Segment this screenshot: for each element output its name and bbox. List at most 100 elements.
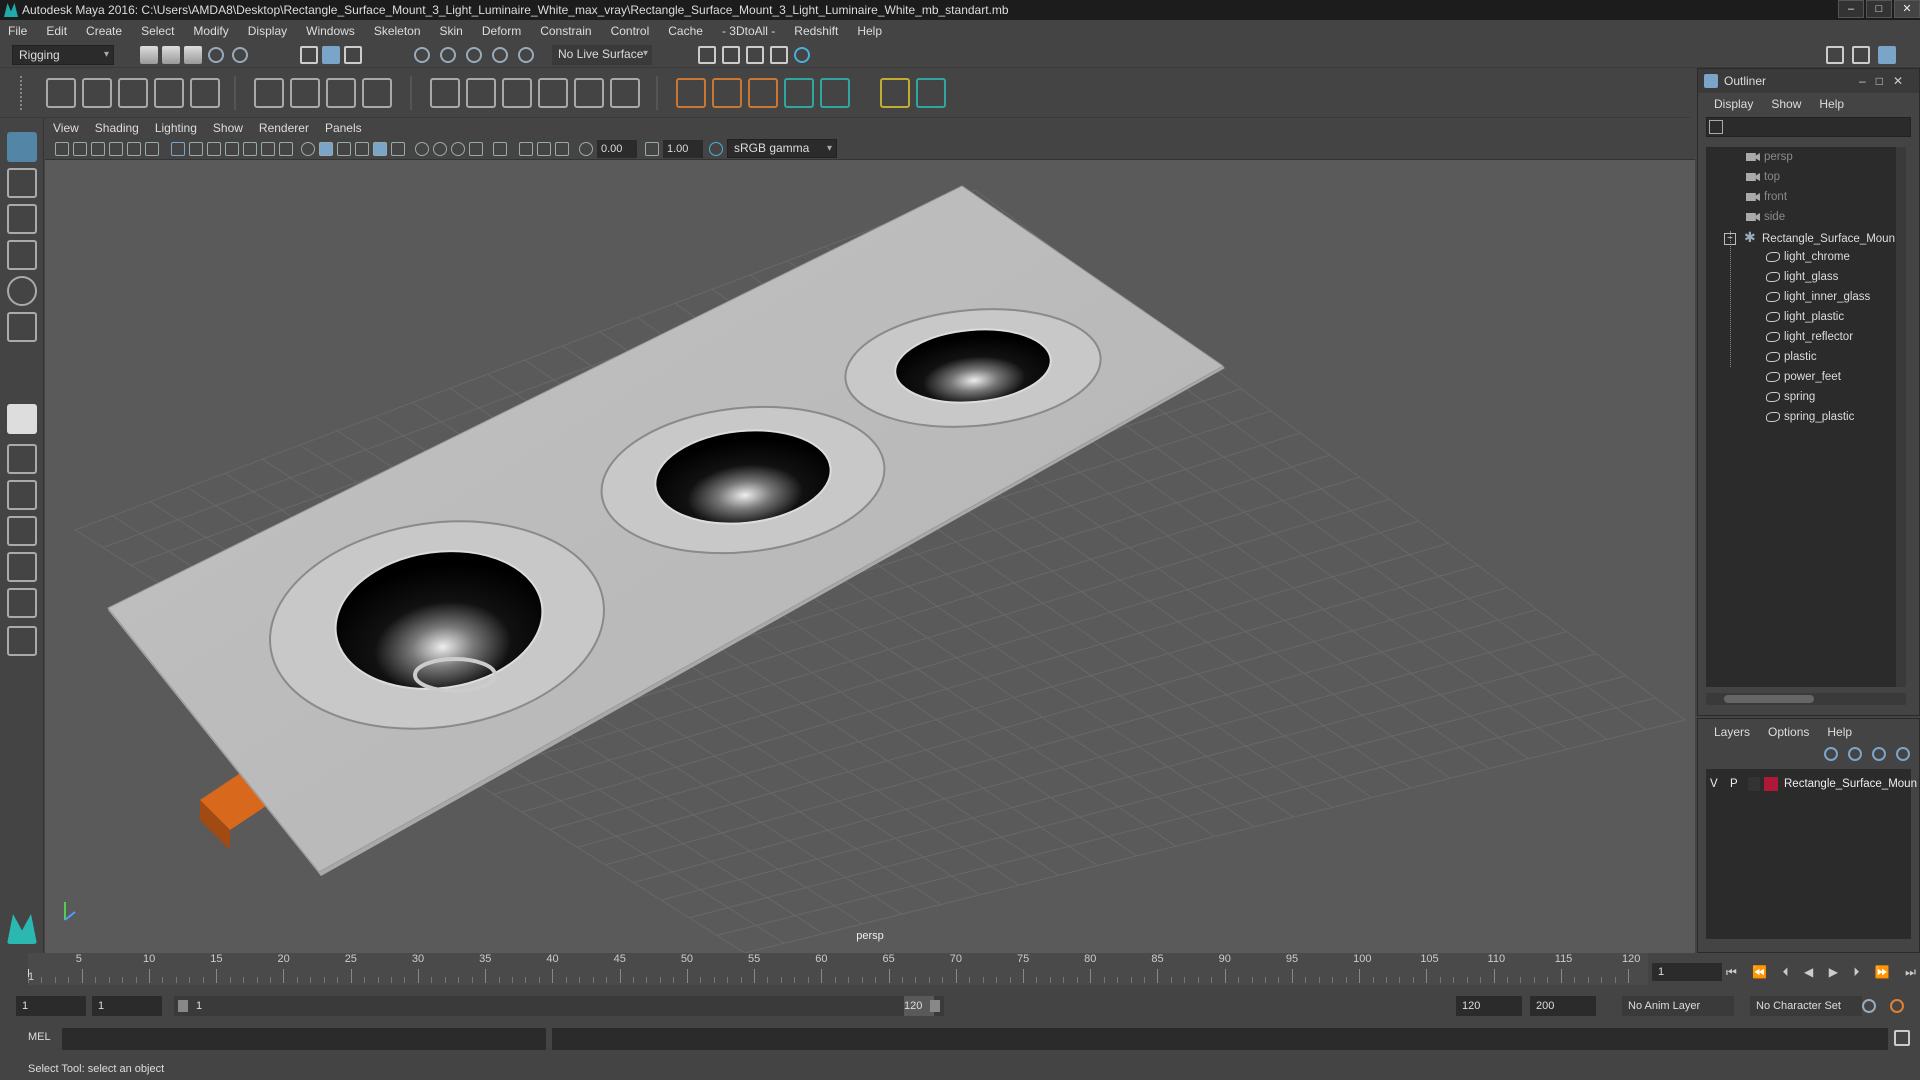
menu-edit[interactable]: Edit	[46, 24, 67, 38]
gamma-icon[interactable]	[645, 142, 659, 156]
use-all-lights-icon[interactable]	[373, 142, 387, 156]
smooth-bind-icon[interactable]	[254, 78, 284, 108]
close-button[interactable]: ✕	[1894, 0, 1920, 18]
menu-file[interactable]: File	[8, 24, 27, 38]
new-scene-icon[interactable]	[140, 46, 158, 64]
depth-of-field-icon[interactable]	[469, 142, 483, 156]
outliner-item-persp[interactable]: persp	[1746, 147, 1793, 167]
color-management-icon[interactable]	[709, 142, 723, 156]
smooth-shade-icon[interactable]	[319, 142, 333, 156]
rigid-bind-icon[interactable]	[290, 78, 320, 108]
maya-tool-b-icon[interactable]	[820, 78, 850, 108]
grease-pencil-icon[interactable]	[145, 142, 159, 156]
outliner-item-light-inner-glass[interactable]: light_inner_glass	[1766, 287, 1870, 307]
scrollbar-thumb[interactable]	[1724, 695, 1814, 703]
menu-select[interactable]: Select	[141, 24, 174, 38]
new-layer-from-selection-icon[interactable]	[1896, 747, 1910, 761]
image-plane-icon[interactable]	[109, 142, 123, 156]
step-back-frame-icon[interactable]: ⏴	[1783, 965, 1789, 981]
ik-spline-icon[interactable]	[118, 78, 148, 108]
attribute-editor-toggle-icon[interactable]	[1852, 46, 1870, 64]
time-slider-ruler[interactable]: 1 5 10 15 20 25 30 35 40 45 50 55 60 65 70 75 80 85 90 95 1…	[28, 953, 1648, 985]
outliner-item-light-chrome[interactable]: light_chrome	[1766, 247, 1850, 267]
select-hierarchy-icon[interactable]	[300, 46, 318, 64]
field-chart-icon[interactable]	[243, 142, 257, 156]
gate-mask-icon[interactable]	[225, 142, 239, 156]
outliner-window-controls[interactable]: –□✕	[1859, 69, 1913, 93]
undo-icon[interactable]	[208, 47, 224, 63]
wireframe-icon[interactable]	[301, 142, 315, 156]
layer-menu-options[interactable]: Options	[1768, 725, 1809, 739]
exposure-icon[interactable]	[579, 142, 593, 156]
xray-components-icon[interactable]	[555, 142, 569, 156]
two-d-pan-icon[interactable]	[127, 142, 141, 156]
go-to-end-icon[interactable]: ⏭	[1905, 965, 1916, 981]
collapse-toggle-icon[interactable]: −	[1724, 232, 1736, 245]
select-object-icon[interactable]	[322, 46, 340, 64]
open-scene-icon[interactable]	[162, 46, 180, 64]
step-back-key-icon[interactable]: ⏪	[1752, 965, 1767, 981]
viewport-menu-lighting[interactable]: Lighting	[155, 121, 197, 135]
playback-end-field[interactable]: 120	[1456, 996, 1522, 1016]
layer-list[interactable]: V P Rectangle_Surface_Moun	[1706, 769, 1917, 939]
menu-skin[interactable]: Skin	[440, 24, 463, 38]
render-view-icon[interactable]	[698, 46, 716, 64]
menu-cache[interactable]: Cache	[668, 24, 703, 38]
move-tool-icon[interactable]	[7, 240, 37, 270]
layer-color-swatch[interactable]	[1764, 777, 1778, 791]
live-surface-field[interactable]: No Live Surface	[552, 45, 652, 65]
maximize-button[interactable]: □	[1866, 0, 1892, 18]
locator-icon[interactable]	[676, 78, 706, 108]
ipr-render-icon[interactable]	[746, 46, 764, 64]
parent-constraint-icon[interactable]	[574, 78, 604, 108]
hypershade-icon[interactable]	[794, 47, 810, 63]
menu-control[interactable]: Control	[611, 24, 650, 38]
snap-point-icon[interactable]	[466, 47, 482, 63]
time-slider[interactable]: 1 5 10 15 20 25 30 35 40 45 50 55 60 65 70 75 80 85 90 95 1…	[0, 953, 1920, 991]
point-constraint-icon[interactable]	[430, 78, 460, 108]
move-layer-down-icon[interactable]	[1848, 747, 1862, 761]
safe-title-icon[interactable]	[279, 142, 293, 156]
maya-tool-a-icon[interactable]	[784, 78, 814, 108]
layer-visibility-toggle[interactable]: V	[1710, 775, 1718, 793]
resolution-gate-icon[interactable]	[207, 142, 221, 156]
persp-graph-layout-icon[interactable]	[7, 552, 37, 582]
snap-view-plane-icon[interactable]	[492, 47, 508, 63]
film-gate-icon[interactable]	[189, 142, 203, 156]
screen-space-ao-icon[interactable]	[415, 142, 429, 156]
current-frame-field[interactable]: 1	[1652, 963, 1722, 981]
menu-set-dropdown[interactable]: Rigging	[12, 45, 114, 65]
menu-deform[interactable]: Deform	[482, 24, 521, 38]
menu-constrain[interactable]: Constrain	[540, 24, 591, 38]
outliner-list[interactable]: persp top front side − ✱ Rectangle_Surface…	[1706, 147, 1906, 705]
new-empty-layer-icon[interactable]	[1872, 747, 1886, 761]
playback-start-field[interactable]: 1	[92, 996, 162, 1016]
script-editor-icon[interactable]	[1894, 1030, 1910, 1046]
viewport-panel[interactable]: View Shading Lighting Show Renderer Pane…	[45, 118, 1695, 953]
outliner-horizontal-scrollbar[interactable]	[1706, 693, 1906, 705]
step-forward-key-icon[interactable]: ⏩	[1875, 965, 1890, 981]
aim-constraint-icon[interactable]	[466, 78, 496, 108]
isolate-select-icon[interactable]	[493, 142, 507, 156]
skeleton-generator-icon[interactable]	[748, 78, 778, 108]
outliner-search-input[interactable]	[1706, 117, 1911, 137]
bookmarks-icon[interactable]	[91, 142, 105, 156]
layer-menu-layers[interactable]: Layers	[1714, 725, 1750, 739]
channel-box-toggle-icon[interactable]	[1826, 46, 1844, 64]
exposure-field[interactable]: 0.00	[597, 140, 637, 158]
outliner-header[interactable]: Outliner –□✕	[1698, 69, 1919, 93]
animation-start-field[interactable]: 1	[16, 996, 86, 1016]
menu-3dtoall[interactable]: - 3DtoAll -	[722, 24, 775, 38]
outliner-item-light-glass[interactable]: light_glass	[1766, 267, 1838, 287]
snap-grid-icon[interactable]	[414, 47, 430, 63]
outliner-item-side[interactable]: side	[1746, 207, 1785, 227]
outliner-item-front[interactable]: front	[1746, 187, 1787, 207]
outliner-item-spring[interactable]: spring	[1766, 387, 1815, 407]
wireframe-on-shaded-icon[interactable]	[337, 142, 351, 156]
paint-tool-icon[interactable]	[916, 78, 946, 108]
select-tool-icon[interactable]	[7, 132, 37, 162]
view-transform-dropdown[interactable]: sRGB gamma	[727, 139, 837, 158]
range-end-handle[interactable]	[930, 1000, 940, 1012]
insert-joint-icon[interactable]	[154, 78, 184, 108]
outliner-item-spring-plastic[interactable]: spring_plastic	[1766, 407, 1854, 427]
